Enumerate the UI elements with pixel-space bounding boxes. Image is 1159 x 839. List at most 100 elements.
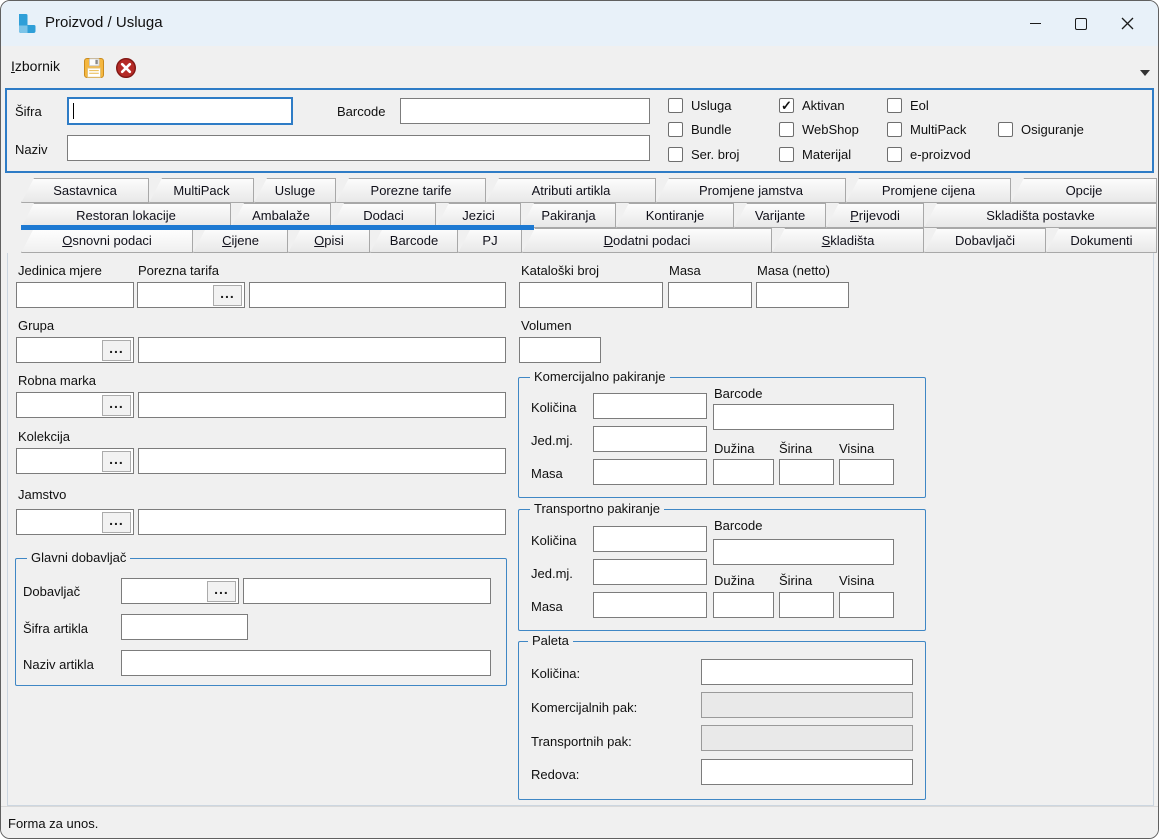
label-kolekcija: Kolekcija xyxy=(18,429,70,444)
checkbox-box xyxy=(668,98,683,113)
checkbox-eol[interactable]: Eol xyxy=(887,98,929,113)
kp-sirina-input[interactable] xyxy=(779,459,834,485)
label-paleta-transportnih: Transportnih pak: xyxy=(531,734,632,749)
tab-promjene-cijena[interactable]: Promjene cijena xyxy=(846,178,1011,203)
volumen-input[interactable] xyxy=(519,337,601,363)
checkbox-label: Materijal xyxy=(802,147,851,162)
jedinica-mjere-input[interactable] xyxy=(16,282,134,308)
kp-masa-input[interactable] xyxy=(593,459,707,485)
tab-usluge[interactable]: Usluge xyxy=(254,178,336,203)
grupa-name-input[interactable] xyxy=(138,337,506,363)
checkbox-box: ✓ xyxy=(779,98,794,113)
tab-skladista[interactable]: Skladišta xyxy=(772,228,924,253)
tp-duzina-input[interactable] xyxy=(713,592,774,618)
porezna-tarifa-lookup-button[interactable]: ... xyxy=(213,285,242,306)
kataloski-broj-input[interactable] xyxy=(519,282,663,308)
paleta-redova-input[interactable] xyxy=(701,759,913,785)
tab-varijante[interactable]: Varijante xyxy=(734,203,826,228)
checkbox-label: Usluga xyxy=(691,98,731,113)
tab-kontiranje[interactable]: Kontiranje xyxy=(616,203,734,228)
label-porezna-tarifa: Porezna tarifa xyxy=(138,263,219,278)
sifra-artikla-input[interactable] xyxy=(121,614,248,640)
kp-kolicina-input[interactable] xyxy=(593,393,707,419)
porezna-tarifa-name-input[interactable] xyxy=(249,282,506,308)
checkbox-multipack[interactable]: MultiPack xyxy=(887,122,966,137)
dobavljac-lookup-button[interactable]: ... xyxy=(207,581,236,602)
cancel-icon[interactable] xyxy=(115,57,137,79)
kolekcija-lookup-button[interactable]: ... xyxy=(102,451,131,472)
tp-sirina-input[interactable] xyxy=(779,592,834,618)
tab-osnovni-podaci[interactable]: Osnovni podaci xyxy=(21,228,193,253)
tab-row-3: Osnovni podaci Cijene Opisi Barcode PJ D… xyxy=(21,228,1157,253)
tp-masa-input[interactable] xyxy=(593,592,707,618)
label-naziv: Naziv xyxy=(15,142,48,157)
tab-dobavljaci[interactable]: Dobavljači xyxy=(924,228,1046,253)
checkbox-box xyxy=(779,122,794,137)
tab-prijevodi[interactable]: Prijevodi xyxy=(826,203,924,228)
sifra-input[interactable] xyxy=(67,97,293,125)
save-icon[interactable] xyxy=(83,57,105,79)
jamstvo-lookup-button[interactable]: ... xyxy=(102,512,131,533)
tab-promjene-jamstva[interactable]: Promjene jamstva xyxy=(656,178,846,203)
kp-duzina-input[interactable] xyxy=(713,459,774,485)
tab-opisi[interactable]: Opisi xyxy=(288,228,370,253)
close-button[interactable] xyxy=(1104,1,1150,46)
naziv-input[interactable] xyxy=(67,135,650,161)
label-tp-kolicina: Količina xyxy=(531,533,577,548)
tab-pj[interactable]: PJ xyxy=(458,228,522,253)
kp-visina-input[interactable] xyxy=(839,459,894,485)
checkbox-ser-broj[interactable]: Ser. broj xyxy=(668,147,739,162)
tab-dokumenti[interactable]: Dokumenti xyxy=(1046,228,1157,253)
masa-input[interactable] xyxy=(668,282,752,308)
maximize-button[interactable] xyxy=(1058,1,1104,46)
label-kp-visina: Visina xyxy=(839,441,874,456)
text-caret xyxy=(73,103,74,119)
paleta-kolicina-input[interactable] xyxy=(701,659,913,685)
label-barcode: Barcode xyxy=(337,104,385,119)
tab-opcije[interactable]: Opcije xyxy=(1011,178,1157,203)
kp-jed-mj-input[interactable] xyxy=(593,426,707,452)
robna-marka-lookup-button[interactable]: ... xyxy=(102,395,131,416)
label-kp-jed-mj: Jed.mj. xyxy=(531,433,573,448)
label-kp-barcode: Barcode xyxy=(714,386,762,401)
label-sifra-artikla: Šifra artikla xyxy=(23,621,88,636)
tp-kolicina-input[interactable] xyxy=(593,526,707,552)
tp-jed-mj-input[interactable] xyxy=(593,559,707,585)
tab-multipack[interactable]: MultiPack xyxy=(149,178,254,203)
checkbox-materijal[interactable]: Materijal xyxy=(779,147,851,162)
tab-dodatni-podaci[interactable]: Dodatni podaci xyxy=(522,228,772,253)
naziv-artikla-input[interactable] xyxy=(121,650,491,676)
label-tp-sirina: Širina xyxy=(779,573,812,588)
tp-barcode-input[interactable] xyxy=(713,539,894,565)
barcode-input[interactable] xyxy=(400,98,650,124)
maximize-icon xyxy=(1075,18,1087,30)
checkbox-osiguranje[interactable]: Osiguranje xyxy=(998,122,1084,137)
checkbox-usluga[interactable]: Usluga xyxy=(668,98,731,113)
checkbox-bundle[interactable]: Bundle xyxy=(668,122,731,137)
checkbox-aktivan[interactable]: ✓ Aktivan xyxy=(779,98,845,113)
checkbox-e-proizvod[interactable]: e-proizvod xyxy=(887,147,971,162)
robna-marka-name-input[interactable] xyxy=(138,392,506,418)
jamstvo-name-input[interactable] xyxy=(138,509,506,535)
tab-sastavnica[interactable]: Sastavnica xyxy=(21,178,149,203)
label-paleta-redova: Redova: xyxy=(531,767,579,782)
masa-netto-input[interactable] xyxy=(756,282,849,308)
checkbox-webshop[interactable]: WebShop xyxy=(779,122,859,137)
paleta-komercijalnih-input xyxy=(701,692,913,718)
tp-visina-input[interactable] xyxy=(839,592,894,618)
tab-pakiranja[interactable]: Pakiranja xyxy=(521,203,616,228)
tab-cijene[interactable]: Cijene xyxy=(193,228,288,253)
grupa-lookup-button[interactable]: ... xyxy=(102,340,131,361)
toolbar-overflow-arrow-icon[interactable] xyxy=(1140,70,1150,76)
tab-atributi-artikla[interactable]: Atributi artikla xyxy=(486,178,656,203)
tab-porezne-tarife[interactable]: Porezne tarife xyxy=(336,178,486,203)
dobavljac-name-input[interactable] xyxy=(243,578,491,604)
tab-barcode[interactable]: Barcode xyxy=(370,228,458,253)
minimize-button[interactable] xyxy=(1012,1,1058,46)
kolekcija-name-input[interactable] xyxy=(138,448,506,474)
menu-izbornik[interactable]: Izbornik xyxy=(11,58,60,74)
kp-barcode-input[interactable] xyxy=(713,404,894,430)
tab-skladista-postavke[interactable]: Skladišta postavke xyxy=(924,203,1157,228)
label-tp-visina: Visina xyxy=(839,573,874,588)
checkbox-label: e-proizvod xyxy=(910,147,971,162)
